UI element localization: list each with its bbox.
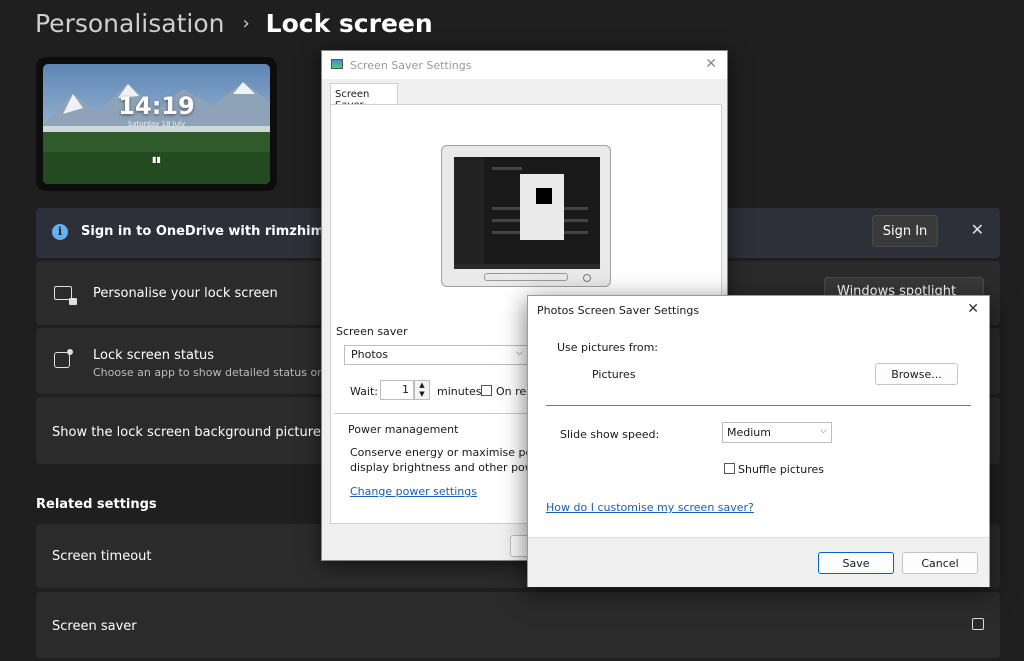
monitor-power-button — [583, 274, 591, 282]
breadcrumb: Personalisation › Lock screen — [35, 6, 433, 40]
lock-screen-icon — [54, 286, 77, 305]
sign-in-button[interactable]: Sign In — [872, 215, 938, 247]
change-power-settings-link[interactable]: Change power settings — [350, 485, 477, 498]
lock-screen-preview: 14:19 Saturday 18 July ▮▮ — [36, 57, 277, 191]
breadcrumb-parent[interactable]: Personalisation — [35, 9, 224, 38]
mini-sidebar — [454, 157, 484, 269]
mini-dialog — [520, 174, 564, 240]
tab-screen-saver[interactable]: Screen Saver — [330, 83, 398, 111]
monitor-stand — [484, 273, 568, 281]
status-app-icon — [54, 349, 73, 368]
on-resume-checkbox[interactable] — [481, 385, 492, 396]
screen-saver-select-value: Photos — [351, 348, 389, 361]
use-pictures-label: Use pictures from: — [557, 341, 658, 354]
browse-button[interactable]: Browse... — [875, 363, 958, 385]
screen-saver-row[interactable]: Screen saver — [36, 592, 1000, 658]
status-title: Lock screen status — [93, 348, 215, 363]
preview-status-icons: ▮▮ — [152, 155, 161, 164]
divider — [546, 405, 971, 406]
pictures-folder-label: Pictures — [592, 368, 636, 381]
power-management-label: Power management — [348, 423, 459, 436]
dialog-title: Screen Saver Settings — [350, 59, 472, 72]
dialog-titlebar: Screen Saver Settings ✕ — [322, 51, 727, 79]
slide-show-speed-value: Medium — [727, 426, 771, 439]
chevron-down-icon: ⌵ — [516, 348, 523, 358]
background-picture-title: Show the lock screen background picture … — [52, 425, 342, 440]
wait-minutes-input[interactable]: 1 — [380, 380, 414, 400]
monitor-preview — [441, 145, 611, 287]
customise-help-link[interactable]: How do I customise my screen saver? — [546, 501, 754, 514]
dialog-title: Photos Screen Saver Settings — [537, 304, 700, 317]
monitor-screen — [454, 157, 600, 269]
wait-label: Wait: — [350, 385, 378, 398]
personalise-title: Personalise your lock screen — [93, 286, 278, 301]
screen-saver-label: Screen saver — [52, 619, 137, 634]
breadcrumb-separator: › — [242, 12, 250, 34]
preview-date: Saturday 18 July — [127, 120, 186, 128]
screen-saver-select[interactable]: Photos ⌵ — [344, 345, 528, 365]
chevron-down-icon: ⌵ — [820, 426, 827, 436]
mini-black-square — [536, 188, 552, 204]
power-description: Conserve energy or maximise perfo displa… — [350, 445, 530, 475]
slide-show-speed-select[interactable]: Medium ⌵ — [722, 422, 832, 443]
cancel-button[interactable]: Cancel — [902, 552, 978, 574]
related-settings-heading: Related settings — [36, 497, 157, 512]
close-icon[interactable]: ✕ — [971, 220, 984, 239]
power-description-line: Conserve energy or maximise perfo — [350, 446, 530, 459]
minutes-label: minutes — [437, 385, 482, 398]
shuffle-pictures-label: Shuffle pictures — [738, 463, 824, 476]
screen-saver-group-label: Screen saver — [336, 325, 412, 338]
power-description-line: display brightness and other powe — [350, 461, 530, 474]
wait-spinner[interactable]: ▲ ▼ — [414, 380, 430, 400]
external-link-icon — [972, 618, 984, 630]
info-icon: i — [52, 224, 68, 240]
photos-screen-saver-dialog: Photos Screen Saver Settings ✕ Use pictu… — [527, 295, 990, 587]
mini-bar — [492, 167, 522, 170]
close-icon[interactable]: ✕ — [705, 56, 717, 72]
preview-image: 14:19 Saturday 18 July ▮▮ — [43, 64, 270, 184]
screen-timeout-label: Screen timeout — [52, 549, 152, 564]
mini-taskbar — [454, 264, 600, 269]
close-icon[interactable]: ✕ — [967, 301, 979, 317]
page-title: Lock screen — [265, 8, 433, 38]
status-subtitle: Choose an app to show detailed status on… — [93, 366, 332, 379]
preview-time: 14:19 — [118, 92, 195, 120]
slide-show-speed-label: Slide show speed: — [560, 428, 660, 441]
shuffle-pictures-checkbox[interactable] — [724, 463, 735, 474]
save-button[interactable]: Save — [818, 552, 894, 574]
dialog-footer: Save Cancel — [528, 537, 989, 587]
display-icon — [331, 59, 343, 69]
